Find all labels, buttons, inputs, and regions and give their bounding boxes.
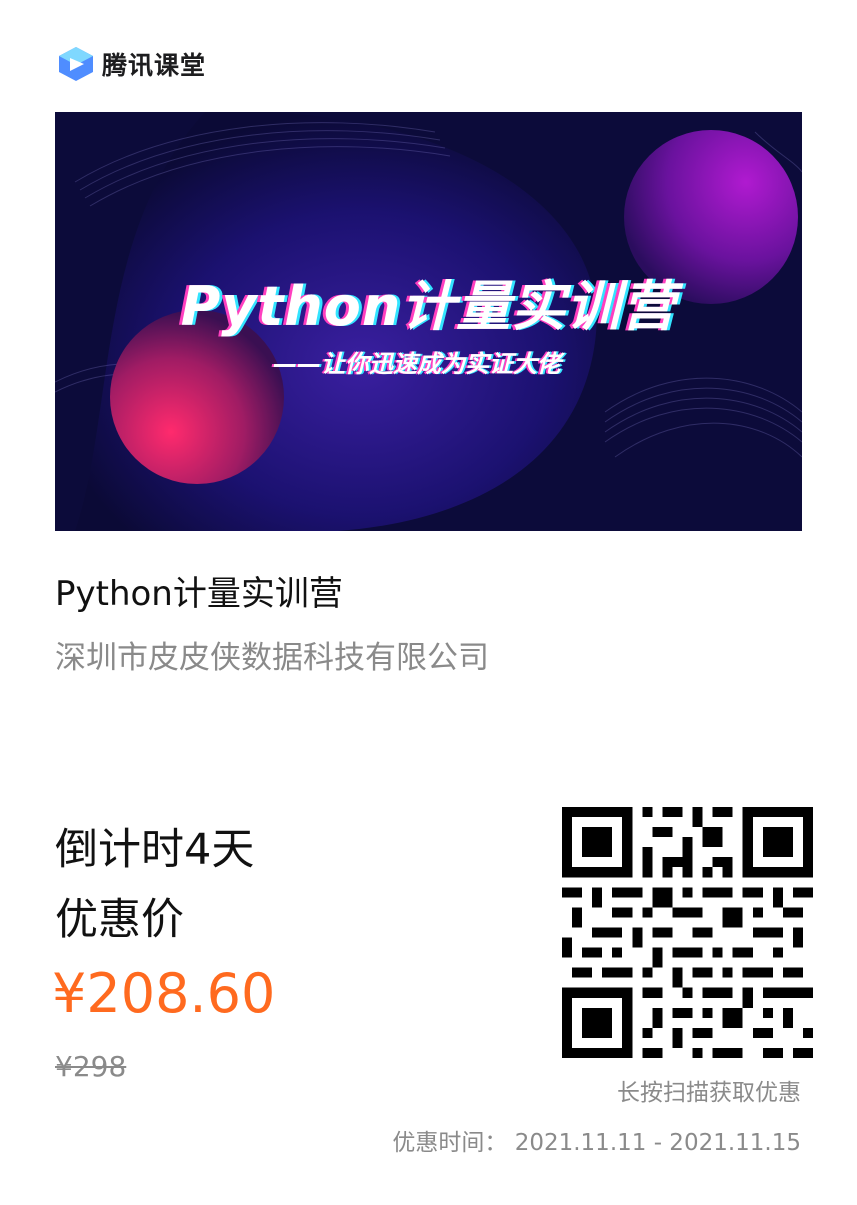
course-organization: 深圳市皮皮侠数据科技有限公司	[55, 640, 489, 676]
qr-scan-hint: 长按扫描获取优惠	[617, 1080, 801, 1106]
promo-price-label: 优惠价	[55, 895, 184, 945]
countdown-text: 倒计时4天	[55, 825, 255, 875]
banner-title: Python计量实训营	[180, 275, 677, 338]
tencent-classroom-logo-icon	[59, 47, 93, 81]
course-banner: Python计量实训营 ——让你迅速成为实证大佬	[55, 112, 802, 531]
qr-code-icon[interactable]	[562, 807, 813, 1058]
original-price: ¥298	[55, 1050, 127, 1083]
course-title: Python计量实训营	[55, 574, 343, 614]
brand-name: 腾讯课堂	[102, 51, 207, 80]
banner-subtitle: ——让你迅速成为实证大佬	[273, 350, 561, 378]
promo-period: 优惠时间： 2021.11.11 - 2021.11.15	[392, 1130, 801, 1156]
brand-logo: 腾讯课堂	[56, 44, 206, 84]
discount-price: ¥208.60	[52, 962, 276, 1025]
